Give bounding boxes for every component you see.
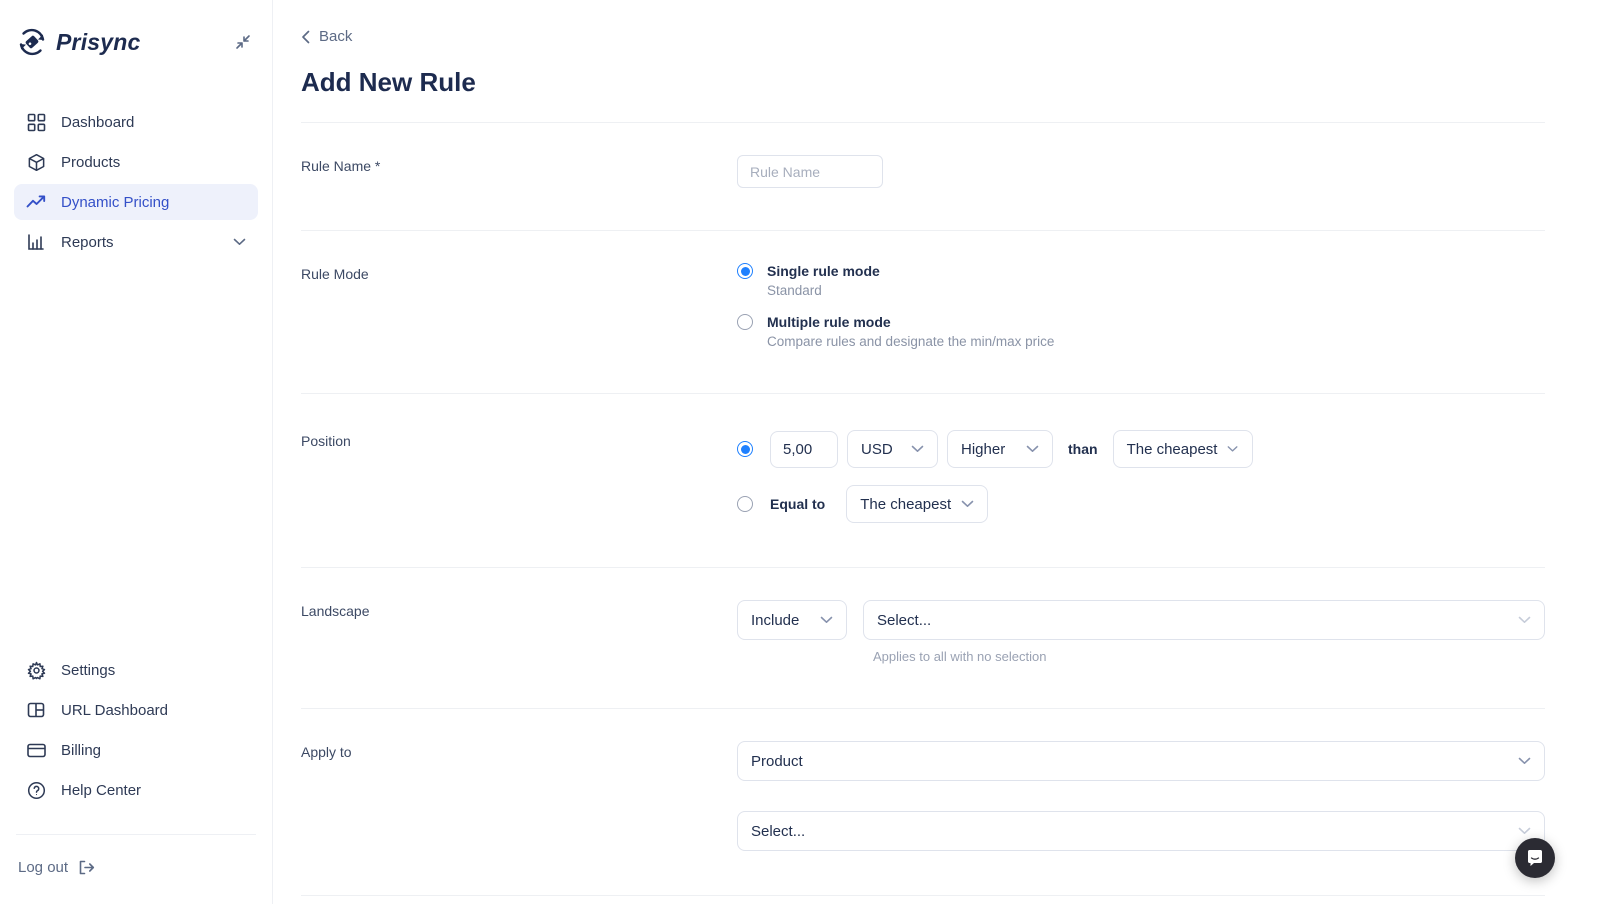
back-label: Back <box>319 28 352 45</box>
sidebar-item-label: Billing <box>61 742 101 759</box>
brand: Prisync <box>16 26 141 58</box>
chat-bubble-icon <box>1525 848 1545 868</box>
option-title: Multiple rule mode <box>767 314 1054 330</box>
equal-reference-select[interactable]: The cheapest <box>846 485 988 523</box>
bar-chart-icon <box>26 232 46 252</box>
multiple-rule-mode-option: Multiple rule mode Compare rules and des… <box>737 314 1545 349</box>
option-subtitle: Compare rules and designate the min/max … <box>767 334 1054 349</box>
sidebar-item-label: URL Dashboard <box>61 702 168 719</box>
apply-to-items-select[interactable]: Select... <box>737 811 1545 851</box>
direction-value: Higher <box>961 441 1005 458</box>
back-button[interactable]: Back <box>301 28 352 45</box>
sidebar-item-reports[interactable]: Reports <box>14 224 258 260</box>
rule-mode-row: Rule Mode Single rule mode Standard Mult… <box>301 231 1545 394</box>
landscape-select[interactable]: Select... <box>863 600 1545 640</box>
logout-button[interactable]: Log out <box>14 853 258 882</box>
help-circle-icon <box>26 780 46 800</box>
reference-value: The cheapest <box>1127 441 1218 458</box>
app-window: Prisync Dashboard <box>0 0 1600 904</box>
prisync-logo-icon <box>16 26 48 58</box>
option-subtitle: Standard <box>767 283 880 298</box>
logout-label: Log out <box>18 859 68 876</box>
position-primary-option: USD Higher than The cheapest <box>737 430 1545 468</box>
chevron-down-icon <box>233 238 246 246</box>
position-amount-input[interactable] <box>770 431 838 468</box>
margin-markup-row: Margin/Markup Min level as Cost + TRY <box>301 896 1545 904</box>
apply-to-type-value: Product <box>751 753 803 770</box>
position-equal-radio[interactable] <box>737 496 753 512</box>
landscape-helper-text: Applies to all with no selection <box>873 649 1545 664</box>
credit-card-icon <box>26 740 46 760</box>
sidebar-item-label: Settings <box>61 662 115 679</box>
position-equal-option: Equal to The cheapest <box>737 485 1545 523</box>
trend-up-icon <box>26 192 46 212</box>
sidebar-item-label: Products <box>61 154 120 171</box>
page-title: Add New Rule <box>301 67 1545 98</box>
sidebar-divider <box>16 834 256 835</box>
sidebar: Prisync Dashboard <box>0 0 273 904</box>
sidebar-item-label: Reports <box>61 234 114 251</box>
apply-to-row: Apply to Product Select... <box>301 709 1545 896</box>
landscape-row: Landscape Include Select... Applies to a… <box>301 568 1545 709</box>
equal-reference-value: The cheapest <box>860 496 951 513</box>
apply-to-items-value: Select... <box>751 823 805 840</box>
sidebar-item-dashboard[interactable]: Dashboard <box>14 104 258 140</box>
sidebar-item-label: Dashboard <box>61 114 134 131</box>
sidebar-bottom-nav: Settings URL Dashboard <box>14 652 258 808</box>
brand-row: Prisync <box>14 26 258 58</box>
position-label: Position <box>301 430 737 523</box>
back-chevron-icon <box>301 30 310 44</box>
sidebar-item-billing[interactable]: Billing <box>14 732 258 768</box>
landscape-label: Landscape <box>301 600 737 664</box>
reference-select[interactable]: The cheapest <box>1113 430 1253 468</box>
apply-to-type-select[interactable]: Product <box>737 741 1545 781</box>
landscape-mode-value: Include <box>751 612 799 629</box>
sidebar-item-dynamic-pricing[interactable]: Dynamic Pricing <box>14 184 258 220</box>
collapse-sidebar-icon[interactable] <box>230 29 256 55</box>
logout-icon <box>78 860 95 875</box>
multiple-rule-mode-radio[interactable] <box>737 314 753 330</box>
chat-launcher-button[interactable] <box>1515 838 1555 878</box>
rule-name-label: Rule Name * <box>301 155 737 188</box>
sidebar-nav: Dashboard Products Dyn <box>14 104 258 260</box>
option-title: Single rule mode <box>767 263 880 279</box>
layout-icon <box>26 700 46 720</box>
rule-name-input[interactable] <box>737 155 883 188</box>
sidebar-item-products[interactable]: Products <box>14 144 258 180</box>
cube-icon <box>26 152 46 172</box>
gear-icon <box>26 660 46 680</box>
brand-name: Prisync <box>56 29 141 56</box>
main-content: Back Add New Rule Rule Name * Rule Mode … <box>273 0 1600 904</box>
sidebar-item-help-center[interactable]: Help Center <box>14 772 258 808</box>
sidebar-item-settings[interactable]: Settings <box>14 652 258 688</box>
rule-name-row: Rule Name * <box>301 123 1545 231</box>
grid-icon <box>26 112 46 132</box>
direction-select[interactable]: Higher <box>947 430 1053 468</box>
landscape-select-value: Select... <box>877 612 931 629</box>
sidebar-item-url-dashboard[interactable]: URL Dashboard <box>14 692 258 728</box>
equal-to-label: Equal to <box>770 496 825 512</box>
position-primary-radio[interactable] <box>737 441 753 457</box>
sidebar-item-label: Dynamic Pricing <box>61 194 169 211</box>
rule-mode-label: Rule Mode <box>301 263 737 349</box>
sidebar-item-label: Help Center <box>61 782 141 799</box>
single-rule-mode-radio[interactable] <box>737 263 753 279</box>
landscape-mode-select[interactable]: Include <box>737 600 847 640</box>
than-label: than <box>1068 441 1098 457</box>
single-rule-mode-option: Single rule mode Standard <box>737 263 1545 298</box>
apply-to-label: Apply to <box>301 741 737 851</box>
currency-select[interactable]: USD <box>847 430 938 468</box>
position-row: Position USD Higher than The cheape <box>301 394 1545 568</box>
currency-value: USD <box>861 441 893 458</box>
